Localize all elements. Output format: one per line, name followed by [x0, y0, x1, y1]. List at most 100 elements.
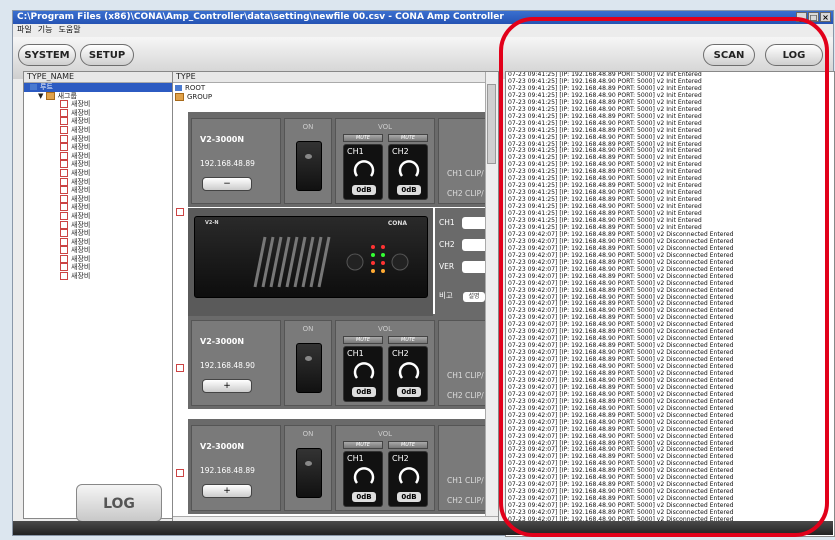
folder-icon: [175, 93, 184, 101]
setup-button[interactable]: SETUP: [80, 44, 134, 66]
scroll-thumb[interactable]: [487, 84, 496, 164]
ch2-clip-label: CH2 CLIP/: [447, 391, 484, 400]
tree-item[interactable]: 새장비: [24, 125, 174, 135]
tree-item[interactable]: 새장비: [24, 100, 174, 109]
folder-icon: [45, 91, 55, 100]
amp-block: V2-3000N 192.168.48.89 − ON VOL MUTE MUT…: [188, 112, 498, 207]
power-panel: ON: [284, 425, 332, 511]
expand-button[interactable]: −: [202, 177, 252, 191]
type-root-label: ROOT: [185, 84, 206, 92]
device-icon: [60, 160, 68, 169]
description-button[interactable]: 설명: [463, 292, 485, 302]
ch2-knob[interactable]: CH2 0dB: [388, 451, 428, 507]
menu-file[interactable]: 파일: [17, 24, 32, 35]
power-switch[interactable]: [296, 343, 322, 393]
tree-item-label: 새장비: [71, 229, 91, 238]
tree-item[interactable]: 새장비: [24, 246, 174, 255]
type-root[interactable]: ROOT: [175, 84, 212, 93]
ch2-knob-label: CH2: [392, 147, 409, 156]
tree-item[interactable]: 새장비: [24, 108, 174, 118]
tree-group[interactable]: ▼ 새그룹: [24, 91, 174, 101]
mute-ch2-button[interactable]: MUTE: [388, 134, 428, 142]
type-group[interactable]: GROUP: [175, 93, 212, 102]
maximize-button[interactable]: □: [808, 12, 819, 22]
ch2-clip-label: CH2 CLIP/: [447, 189, 484, 198]
tree-item[interactable]: 새장비: [24, 272, 174, 281]
power-panel: ON: [284, 118, 332, 204]
knob-dial-icon: [398, 362, 420, 379]
switch-led-icon: [305, 356, 312, 361]
device-tree-panel: TYPE_NAME 루트 ▼ 새그룹 새장비 새장비 새장비 새장비 새장비 새장비 새장비…: [23, 71, 175, 519]
expand-button[interactable]: +: [202, 379, 252, 393]
tree-item-label: 새장비: [71, 151, 91, 160]
ch1-knob[interactable]: CH1 0dB: [343, 346, 383, 402]
expand-button[interactable]: +: [202, 484, 252, 498]
tree-item[interactable]: 새장비: [24, 211, 174, 221]
tree-item-label: 새장비: [71, 263, 91, 272]
ch1-clip-label: CH1 CLIP/: [447, 169, 484, 178]
menu-function[interactable]: 기능: [38, 24, 53, 35]
tree-group-label: 새그룹: [57, 91, 77, 100]
title-bar: C:\Program Files (x86)\CONA\Amp_Controll…: [13, 11, 833, 24]
ch1-knob-label: CH1: [347, 454, 364, 463]
device-icon: [60, 220, 68, 229]
tree-item[interactable]: 새장비: [24, 134, 174, 144]
tree-root[interactable]: 루트: [24, 83, 174, 92]
tree-item-label: 새장비: [71, 143, 91, 152]
switch-led-icon: [305, 461, 312, 466]
computer-icon: [30, 84, 37, 90]
tree-item[interactable]: 새장비: [24, 203, 174, 212]
type-group-label: GROUP: [187, 93, 213, 101]
mute-ch2-button[interactable]: MUTE: [388, 336, 428, 344]
minimize-button[interactable]: _: [796, 12, 807, 22]
mute-ch1-button[interactable]: MUTE: [343, 441, 383, 449]
close-button[interactable]: ×: [820, 12, 831, 22]
device-icon: [60, 108, 68, 117]
tree-item[interactable]: 새장비: [24, 168, 174, 178]
tree-item[interactable]: 새장비: [24, 194, 174, 204]
device-icon: [60, 151, 68, 160]
amp-id-panel: V2-3000N 192.168.48.90 +: [191, 320, 281, 406]
volume-panel: VOL MUTE MUTE CH1 0dB CH2 0dB: [335, 118, 435, 204]
tree-item[interactable]: 새장비: [24, 143, 174, 152]
tree-item[interactable]: 새장비: [24, 237, 174, 247]
ch2-knob[interactable]: CH2 0dB: [388, 346, 428, 402]
amp-ip: 192.168.48.89: [200, 466, 255, 475]
ch2-knob-label: CH2: [392, 454, 409, 463]
tree-item[interactable]: 새장비: [24, 254, 174, 264]
tree-item[interactable]: 새장비: [24, 117, 174, 126]
volume-label: VOL: [377, 325, 393, 333]
type-column-header: TYPE: [173, 72, 498, 83]
ch1-knob[interactable]: CH1 0dB: [343, 144, 383, 200]
mute-ch2-button[interactable]: MUTE: [388, 441, 428, 449]
menu-help[interactable]: 도움말: [58, 24, 80, 35]
tree-item[interactable]: 새장비: [24, 263, 174, 272]
tree-item[interactable]: 새장비: [24, 160, 174, 169]
tree-item[interactable]: 새장비: [24, 177, 174, 187]
tree-item[interactable]: 새장비: [24, 151, 174, 161]
vertical-scrollbar[interactable]: [485, 72, 498, 527]
scan-button[interactable]: SCAN: [703, 44, 755, 66]
ch1-knob[interactable]: CH1 0dB: [343, 451, 383, 507]
power-switch[interactable]: [296, 141, 322, 191]
tree-item-label: 새장비: [71, 177, 91, 186]
amp-model: V2-3000N: [200, 442, 245, 451]
mute-ch1-button[interactable]: MUTE: [343, 134, 383, 142]
tree-item-label: 새장비: [71, 117, 91, 126]
log-button[interactable]: LOG: [76, 484, 162, 522]
window-controls: _ □ ×: [796, 12, 831, 22]
log-toggle-button[interactable]: LOG: [765, 44, 823, 66]
ch2-db-value: 0dB: [397, 387, 421, 397]
mute-ch1-button[interactable]: MUTE: [343, 336, 383, 344]
tree-item[interactable]: 새장비: [24, 186, 174, 195]
log-list: 07-23 09:41:25] [IP: 192.168.48.89 PORT:…: [506, 72, 834, 531]
device-icon: [60, 263, 68, 272]
ch2-knob[interactable]: CH2 0dB: [388, 144, 428, 200]
device-icon: [60, 237, 68, 246]
system-button[interactable]: SYSTEM: [18, 44, 76, 66]
power-switch[interactable]: [296, 448, 322, 498]
tree-item[interactable]: 새장비: [24, 229, 174, 238]
tree-item[interactable]: 새장비: [24, 220, 174, 230]
tree-item-label: 새장비: [71, 220, 91, 229]
amp-model: V2-3000N: [200, 135, 245, 144]
